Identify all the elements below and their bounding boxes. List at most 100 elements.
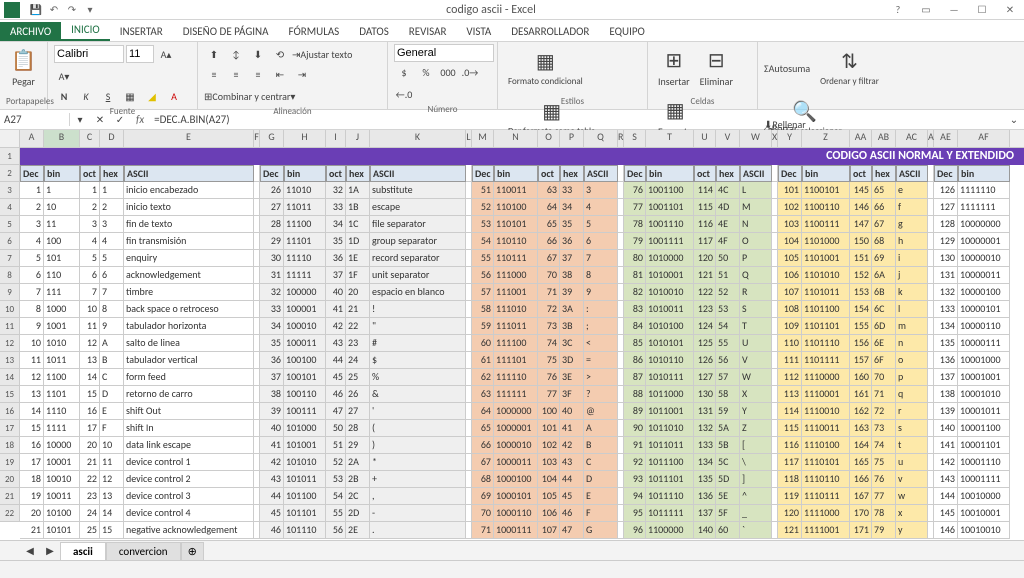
- cell[interactable]: 4C: [716, 182, 740, 199]
- cell[interactable]: 167: [850, 488, 872, 505]
- cell[interactable]: 126: [694, 352, 716, 369]
- cell[interactable]: 51: [716, 267, 740, 284]
- cell[interactable]: 1000001: [494, 420, 538, 437]
- cell[interactable]: 10000: [44, 437, 80, 454]
- cell[interactable]: 10001111: [958, 471, 1010, 488]
- cell[interactable]: 1E: [346, 250, 370, 267]
- cell[interactable]: &: [370, 386, 466, 403]
- cell[interactable]: 29: [260, 233, 284, 250]
- cell[interactable]: 110100: [494, 199, 538, 216]
- cell[interactable]: back space o retroceso: [124, 301, 254, 318]
- cell[interactable]: U: [740, 335, 772, 352]
- cell[interactable]: ): [370, 437, 466, 454]
- cell[interactable]: 132: [694, 420, 716, 437]
- cell[interactable]: ?: [584, 386, 618, 403]
- dec-decimal-icon[interactable]: ←.0: [394, 84, 414, 104]
- cell[interactable]: 111101: [494, 352, 538, 369]
- cell[interactable]: F: [100, 420, 124, 437]
- cell[interactable]: _: [740, 505, 772, 522]
- cell[interactable]: 17: [80, 420, 100, 437]
- cell[interactable]: h: [896, 233, 928, 250]
- table-row[interactable]: 21101012515negative acknowledgement46101…: [20, 522, 1024, 539]
- table-row[interactable]: 17100012111device control 142101010522A*…: [20, 454, 1024, 471]
- cell[interactable]: 16: [20, 437, 44, 454]
- table-row[interactable]: 410044fin transmisión2911101351Dgroup se…: [20, 233, 1024, 250]
- cell[interactable]: 166: [850, 471, 872, 488]
- sheet-tab-convercion[interactable]: convercion: [106, 542, 181, 560]
- cell[interactable]: 114: [778, 403, 802, 420]
- cell[interactable]: 20: [346, 284, 370, 301]
- cell[interactable]: 3: [584, 182, 618, 199]
- cell[interactable]: 9: [584, 284, 618, 301]
- cell[interactable]: 83: [624, 301, 646, 318]
- cell[interactable]: 1100111: [802, 216, 850, 233]
- col-header-E[interactable]: E: [124, 130, 254, 147]
- cell[interactable]: 10: [100, 437, 124, 454]
- cell[interactable]: inicio encabezado: [124, 182, 254, 199]
- cell[interactable]: 77: [872, 488, 896, 505]
- cell[interactable]: 50: [716, 250, 740, 267]
- col-header-C[interactable]: C: [80, 130, 100, 147]
- cell[interactable]: fin transmisión: [124, 233, 254, 250]
- cell[interactable]: record separator: [370, 250, 466, 267]
- col-header-P[interactable]: P: [560, 130, 584, 147]
- cell[interactable]: 13: [100, 488, 124, 505]
- cell[interactable]: 55: [716, 335, 740, 352]
- cell[interactable]: 29: [346, 437, 370, 454]
- cell[interactable]: 103: [778, 216, 802, 233]
- col-header-AF[interactable]: AF: [958, 130, 1010, 147]
- cell[interactable]: 10000001: [958, 233, 1010, 250]
- cell[interactable]: device control 2: [124, 471, 254, 488]
- cell[interactable]: 73: [872, 420, 896, 437]
- cell[interactable]: 3E: [560, 369, 584, 386]
- tab-inicio[interactable]: INICIO: [61, 20, 110, 41]
- cell[interactable]: 1000: [44, 301, 80, 318]
- table-row[interactable]: 18100102212device control 243101011532B+…: [20, 471, 1024, 488]
- cell[interactable]: r: [896, 403, 928, 420]
- cell[interactable]: 1000111: [494, 522, 538, 539]
- cell[interactable]: acknowledgement: [124, 267, 254, 284]
- cell[interactable]: 96: [624, 522, 646, 539]
- tab-desarrollador[interactable]: DESARROLLADOR: [501, 22, 599, 41]
- formula-input[interactable]: =DEC.A.BIN(A27): [150, 113, 1004, 126]
- name-box[interactable]: A27: [0, 113, 70, 126]
- cell[interactable]: 62: [472, 369, 494, 386]
- cell[interactable]: 6: [584, 233, 618, 250]
- cell[interactable]: 143: [934, 471, 958, 488]
- cell[interactable]: 107: [778, 284, 802, 301]
- cell[interactable]: 10001110: [958, 454, 1010, 471]
- cell[interactable]: 33: [326, 199, 346, 216]
- cell[interactable]: 1010111: [646, 369, 694, 386]
- cell[interactable]: 1011011: [646, 437, 694, 454]
- cell[interactable]: 9: [20, 318, 44, 335]
- cell[interactable]: 32: [326, 182, 346, 199]
- cell[interactable]: 131: [694, 403, 716, 420]
- enter-formula-icon[interactable]: ✓: [110, 110, 130, 130]
- cell[interactable]: 102: [538, 437, 560, 454]
- cell[interactable]: 50: [326, 420, 346, 437]
- undo-icon[interactable]: ↶: [46, 2, 62, 18]
- cell[interactable]: 21: [20, 522, 44, 539]
- cell[interactable]: 67: [872, 216, 896, 233]
- table-row[interactable]: 21022inicio texto2711011331Bescape521101…: [20, 199, 1024, 216]
- cell[interactable]: 1011: [44, 352, 80, 369]
- cell[interactable]: 32: [260, 284, 284, 301]
- cell[interactable]: 134: [694, 454, 716, 471]
- underline-button[interactable]: S: [98, 86, 118, 106]
- cell[interactable]: 121: [694, 267, 716, 284]
- cell[interactable]: 15: [100, 522, 124, 539]
- qat-more-icon[interactable]: ▾: [82, 2, 98, 18]
- cell[interactable]: 1100: [44, 369, 80, 386]
- border-button[interactable]: ▦: [120, 86, 140, 106]
- row-header-2[interactable]: 2: [0, 165, 20, 182]
- cell[interactable]: 64: [538, 199, 560, 216]
- cell[interactable]: 11101: [284, 233, 326, 250]
- cell[interactable]: 108: [778, 301, 802, 318]
- cell[interactable]: 151: [850, 250, 872, 267]
- sort-filter-button[interactable]: ⇅Ordenar y filtrar: [816, 44, 883, 92]
- cell[interactable]: 111110: [494, 369, 538, 386]
- cell[interactable]: 1111111: [958, 199, 1010, 216]
- cell[interactable]: \: [740, 454, 772, 471]
- cell[interactable]: 105: [778, 250, 802, 267]
- cell[interactable]: 10000110: [958, 318, 1010, 335]
